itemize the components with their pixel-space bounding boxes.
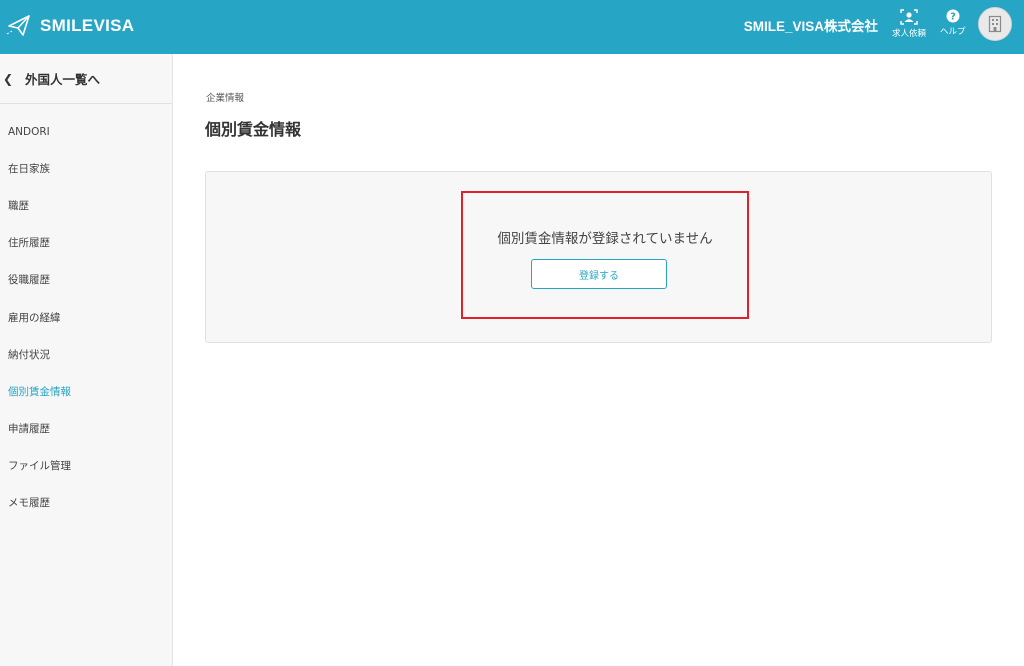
job-request-label: 求人依頼 <box>892 29 927 39</box>
app-header: SMILEVISA SMILE_VISA株式会社 求人依頼 ? ヘルプ <box>0 0 1024 54</box>
person-id-icon <box>900 9 918 25</box>
sidebar-item-andori[interactable]: ANDORI <box>0 113 172 150</box>
sidebar-item-label: 個別賃金情報 <box>8 385 71 398</box>
sidebar-item-label: ファイル管理 <box>8 459 71 472</box>
page-title: 個別賃金情報 <box>205 120 302 139</box>
sidebar-item-label: メモ履歴 <box>8 496 50 509</box>
company-name: SMILE_VISA株式会社 <box>743 19 878 34</box>
app-logo[interactable]: SMILEVISA <box>6 10 134 42</box>
logo-text: SMILEVISA <box>40 16 135 35</box>
svg-text:?: ? <box>950 12 956 23</box>
chevron-left-icon: ❮ <box>3 71 14 86</box>
sidebar-item-payment-status[interactable]: 納付状況 <box>0 336 172 373</box>
building-icon <box>988 15 1002 33</box>
sidebar-item-position-history[interactable]: 役職履歴 <box>0 261 172 298</box>
sidebar: ❮ 外国人一覧へ ANDORI 在日家族 職歴 住所履歴 役職履歴 雇用の経緯 … <box>0 54 173 666</box>
sidebar-item-work-history[interactable]: 職歴 <box>0 187 172 224</box>
sidebar-item-file-management[interactable]: ファイル管理 <box>0 447 172 484</box>
back-to-foreigner-list-link[interactable]: ❮ 外国人一覧へ <box>0 54 172 104</box>
main-content: 企業情報 個別賃金情報 個別賃金情報が登録されていません 登録する <box>174 54 1024 666</box>
breadcrumb: 企業情報 <box>206 93 245 104</box>
sidebar-item-label: 職歴 <box>8 200 29 213</box>
help-button[interactable]: ? ヘルプ <box>940 9 966 37</box>
question-circle-icon: ? <box>946 9 960 23</box>
sidebar-item-employment-background[interactable]: 雇用の経緯 <box>0 298 172 335</box>
sidebar-item-family-in-japan[interactable]: 在日家族 <box>0 150 172 187</box>
highlight-box: 個別賃金情報が登録されていません 登録する <box>461 191 749 319</box>
sidebar-item-label: 申請履歴 <box>8 422 50 435</box>
sidebar-item-label: 住所履歴 <box>8 237 50 250</box>
sidebar-nav: ANDORI 在日家族 職歴 住所履歴 役職履歴 雇用の経緯 納付状況 個別賃金… <box>0 113 172 521</box>
sidebar-item-application-history[interactable]: 申請履歴 <box>0 410 172 447</box>
sidebar-item-label: 在日家族 <box>8 163 50 176</box>
sidebar-item-address-history[interactable]: 住所履歴 <box>0 224 172 261</box>
sidebar-item-memo-history[interactable]: メモ履歴 <box>0 484 172 521</box>
register-button[interactable]: 登録する <box>531 259 667 289</box>
help-label: ヘルプ <box>940 27 966 37</box>
avatar[interactable] <box>978 7 1012 41</box>
sidebar-item-label: 雇用の経緯 <box>8 311 61 324</box>
empty-state-panel: 個別賃金情報が登録されていません 登録する <box>205 171 992 343</box>
job-request-button[interactable]: 求人依頼 <box>892 9 926 39</box>
sidebar-item-label: ANDORI <box>8 125 50 138</box>
paper-plane-icon <box>6 15 30 36</box>
sidebar-item-label: 役職履歴 <box>8 274 50 287</box>
sidebar-item-label: 納付状況 <box>8 348 50 361</box>
sidebar-item-individual-wage[interactable]: 個別賃金情報 <box>0 373 172 410</box>
back-link-label: 外国人一覧へ <box>25 72 101 87</box>
empty-state-message: 個別賃金情報が登録されていません <box>497 231 713 247</box>
